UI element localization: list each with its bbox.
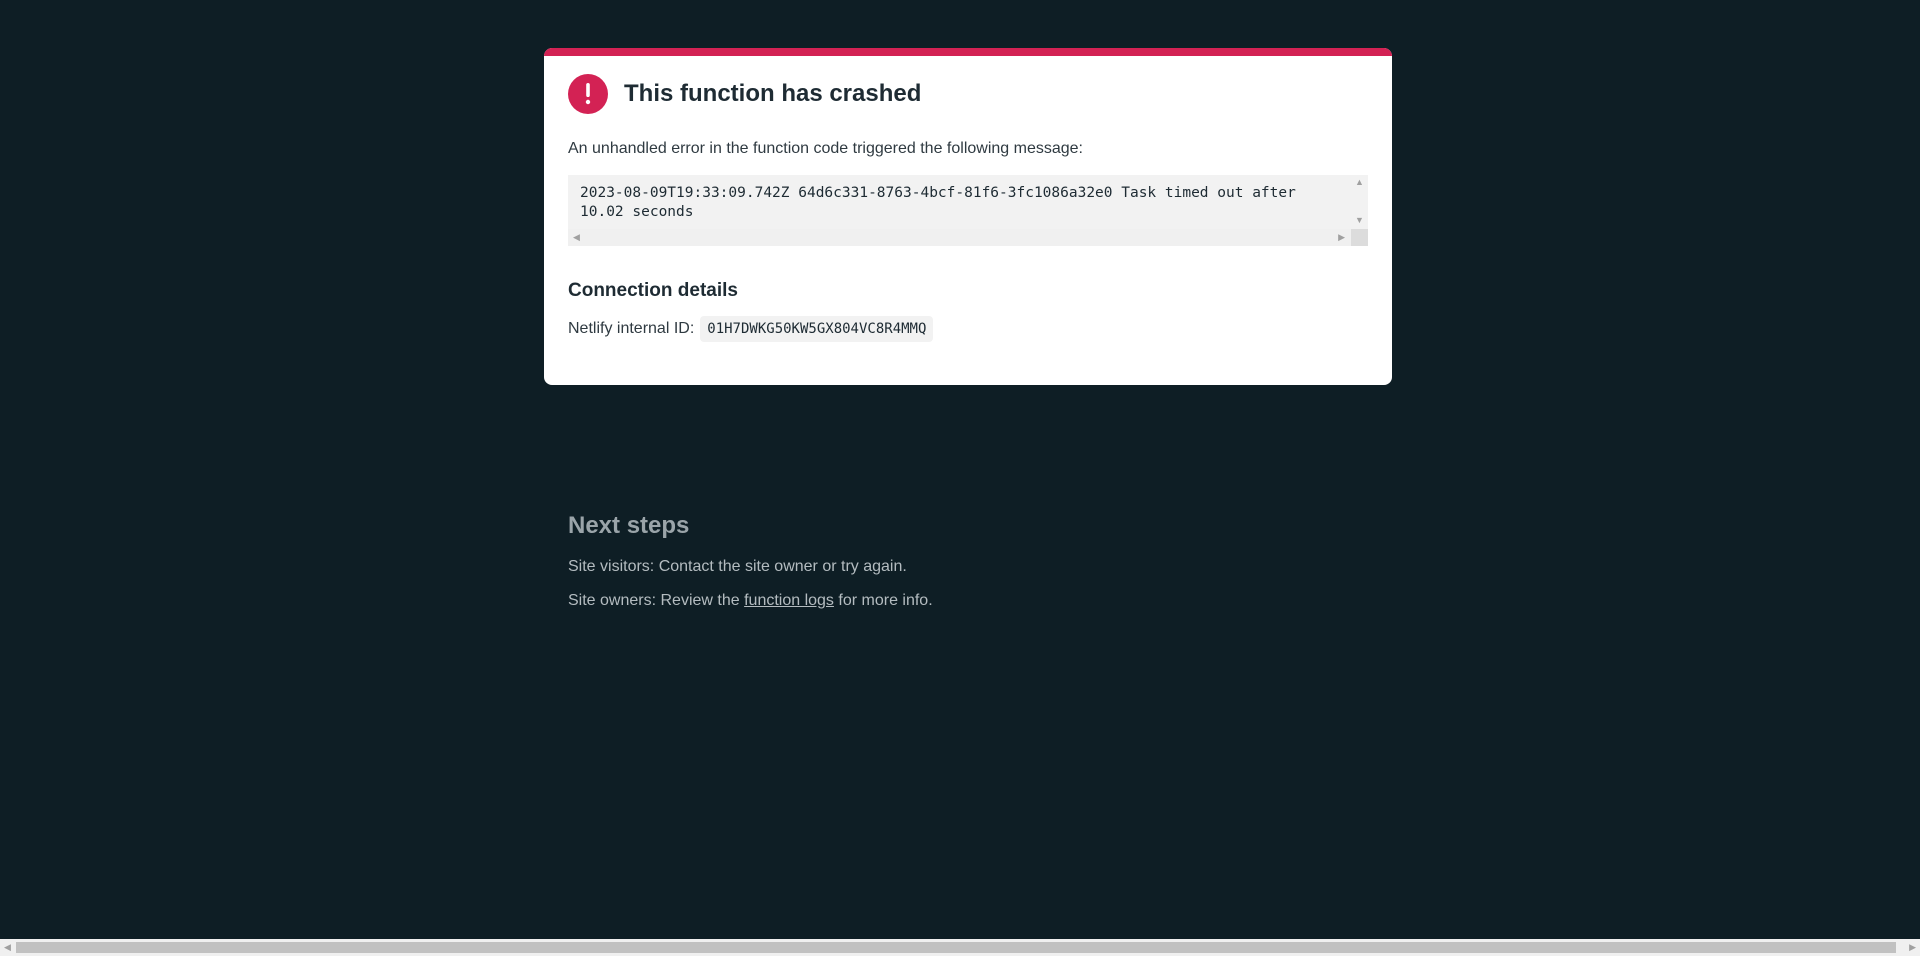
vertical-scrollbar[interactable]: ▲ ▼	[1351, 175, 1368, 229]
connection-details-heading: Connection details	[568, 280, 738, 301]
site-owners-text: Site owners: Review the function logs fo…	[568, 592, 933, 610]
horizontal-scrollbar[interactable]: ◀ ▶	[568, 229, 1351, 246]
page-title: This function has crashed	[624, 80, 922, 107]
page-horizontal-scrollbar[interactable]: ◀ ▶	[0, 939, 1920, 956]
error-card: This function has crashed An unhandled e…	[544, 48, 1392, 385]
next-steps-heading: Next steps	[568, 512, 690, 539]
site-owners-suffix: for more info.	[838, 592, 933, 609]
scroll-up-icon[interactable]: ▲	[1355, 178, 1364, 187]
scrollbar-corner	[1351, 229, 1368, 246]
page-scroll-left-icon[interactable]: ◀	[4, 943, 11, 952]
internal-id-value: 01H7DWKG50KW5GX804VC8R4MMQ	[700, 316, 934, 342]
exclamation-circle-icon	[568, 74, 608, 114]
internal-id-row: Netlify internal ID: 01H7DWKG50KW5GX804V…	[568, 316, 1368, 342]
error-message-text: 2023-08-09T19:33:09.742Z 64d6c331-8763-4…	[580, 185, 1296, 220]
function-logs-link[interactable]: function logs	[744, 592, 834, 609]
site-visitors-text: Site visitors: Contact the site owner or…	[568, 558, 907, 575]
scroll-right-icon[interactable]: ▶	[1338, 233, 1345, 242]
page-scroll-right-icon[interactable]: ▶	[1909, 943, 1916, 952]
next-steps-section: Next steps Site visitors: Contact the si…	[568, 512, 933, 610]
error-accent-bar	[544, 48, 1392, 56]
error-message-box[interactable]: 2023-08-09T19:33:09.742Z 64d6c331-8763-4…	[568, 175, 1368, 246]
scroll-left-icon[interactable]: ◀	[573, 233, 580, 242]
site-owners-prefix: Site owners: Review the	[568, 592, 740, 609]
internal-id-label: Netlify internal ID:	[568, 320, 695, 337]
scroll-down-icon[interactable]: ▼	[1355, 216, 1364, 225]
page-scroll-thumb[interactable]	[16, 942, 1896, 953]
error-lead-text: An unhandled error in the function code …	[568, 140, 1083, 157]
